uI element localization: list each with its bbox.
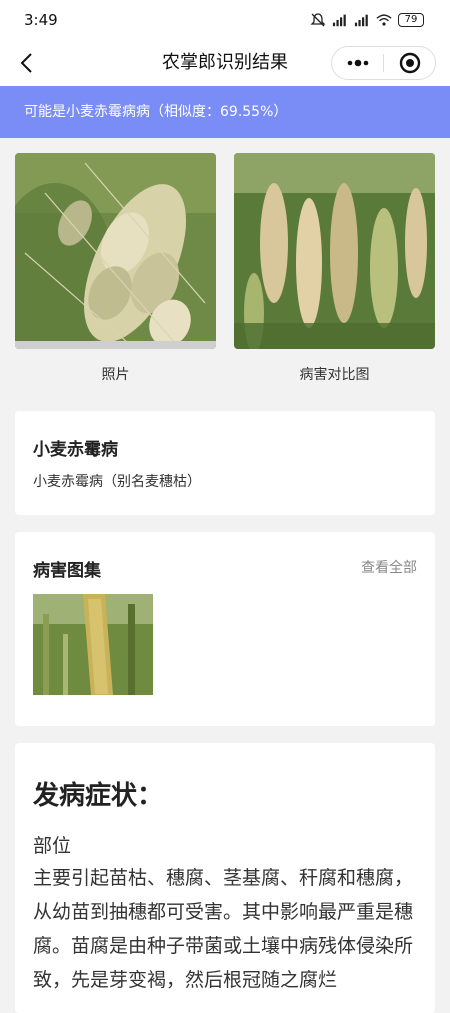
gallery-title: 病害图集: [33, 561, 101, 581]
wheat-photo-image: [15, 153, 216, 349]
status-time: 3:49: [24, 11, 58, 29]
disease-name-card: 小麦赤霉病 小麦赤霉病（别名麦穗枯）: [15, 411, 435, 515]
disease-alias: 小麦赤霉病（别名麦穗枯）: [33, 474, 201, 490]
more-button[interactable]: [332, 47, 383, 79]
photo-caption: 照片: [101, 367, 130, 383]
disease-gallery-card: 病害图集 查看全部: [15, 532, 435, 726]
comparison-photo[interactable]: [234, 153, 435, 349]
gallery-thumbnail[interactable]: [33, 594, 153, 695]
close-button[interactable]: [384, 47, 435, 79]
symptoms-part-label: 部位: [33, 835, 72, 857]
user-photo[interactable]: [15, 153, 216, 349]
mini-program-capsule: [331, 46, 436, 80]
symptoms-body: 主要引起苗枯、穗腐、茎基腐、秆腐和穗腐，从幼苗到抽穗都可受害。其中影响最严重是穗…: [33, 867, 414, 991]
symptoms-card: 发病症状： 部位 主要引起苗枯、穗腐、茎基腐、秆腐和穗腐，从幼苗到抽穗都可受害。…: [15, 743, 435, 1013]
result-banner: 可能是小麦赤霉病病（相似度：69.55%）: [0, 86, 450, 138]
comparison-caption: 病害对比图: [299, 367, 370, 383]
disease-name: 小麦赤霉病: [33, 440, 118, 460]
more-dots-icon: [347, 59, 368, 67]
status-bar: 3:49 79: [0, 0, 450, 40]
wheat-comparison-image: [234, 153, 435, 349]
symptoms-heading: 发病症状：: [33, 781, 164, 811]
bell-muted-icon: [310, 13, 326, 27]
view-all-link[interactable]: 查看全部: [361, 557, 417, 577]
status-icons: 79: [310, 13, 424, 27]
signal-icon: [332, 14, 346, 27]
signal-icon: [354, 14, 368, 27]
nav-bar: 农掌郎识别结果: [0, 40, 450, 86]
gallery-wheat-image: [33, 594, 153, 695]
wifi-icon: [376, 14, 392, 26]
target-circle-icon: [399, 52, 420, 74]
battery-indicator: 79: [398, 13, 424, 27]
